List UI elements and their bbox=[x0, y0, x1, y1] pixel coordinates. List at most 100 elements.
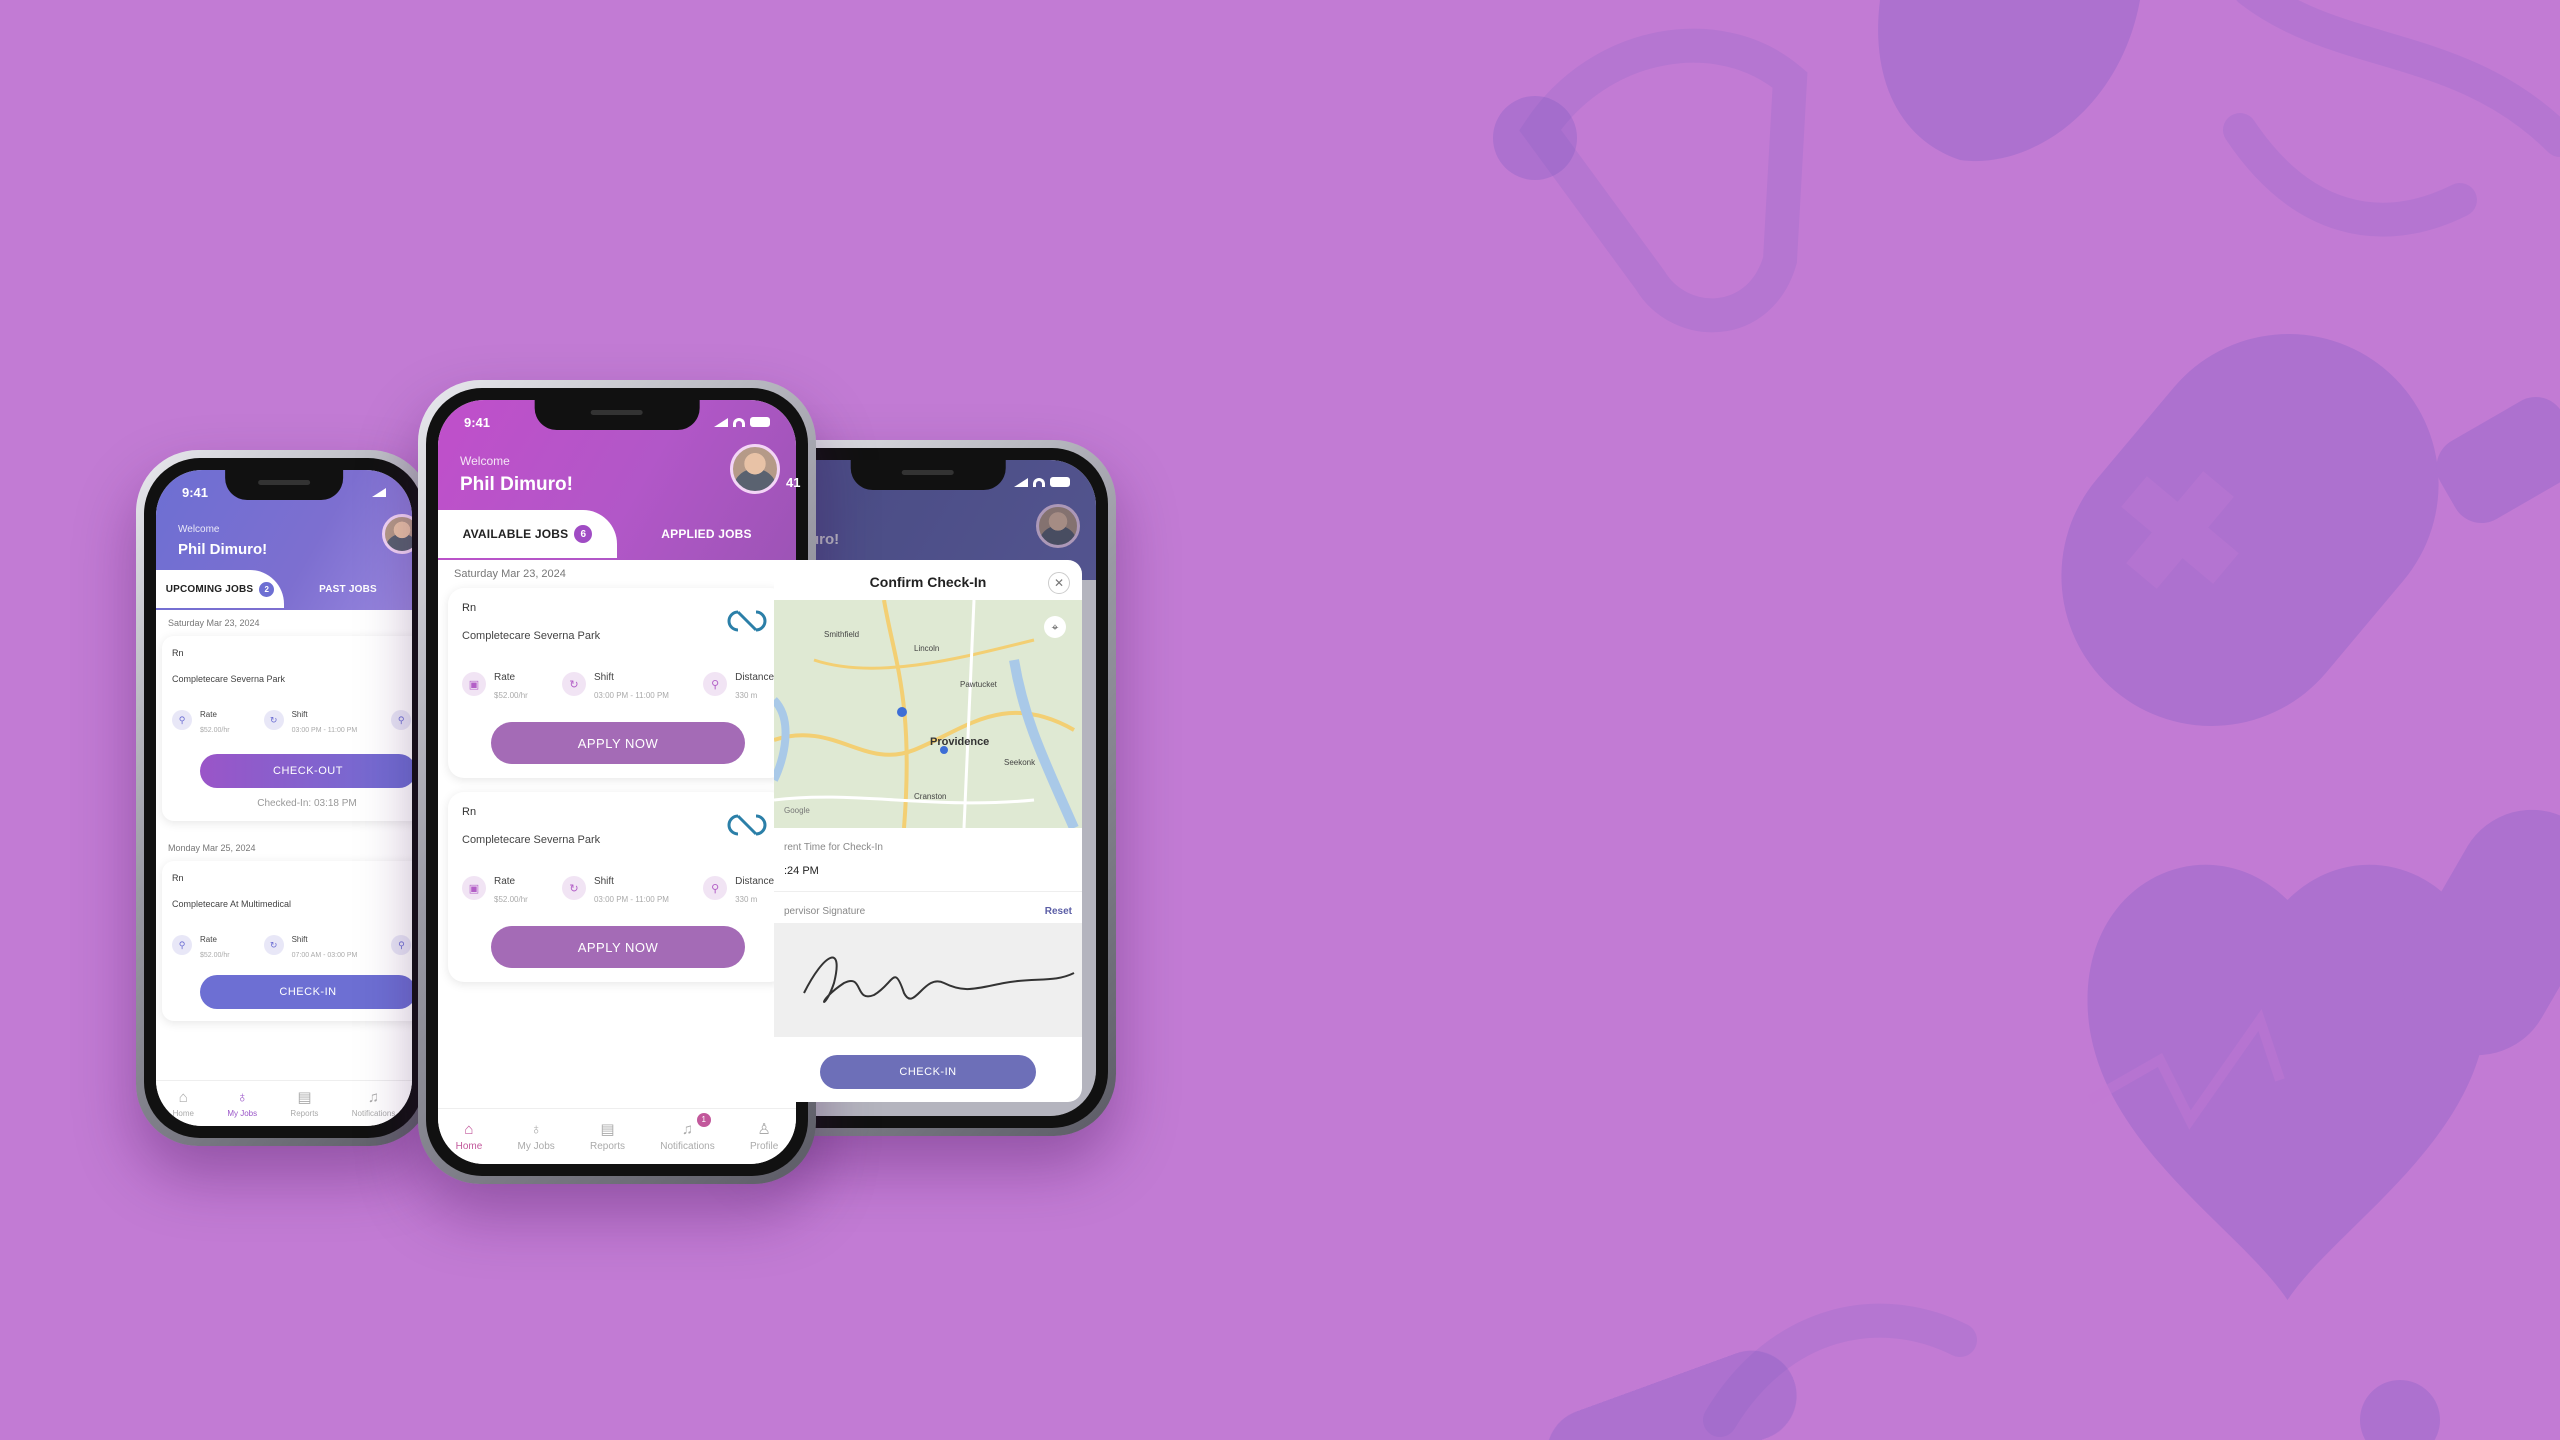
tab-available-jobs[interactable]: AVAILABLE JOBS 6 bbox=[438, 510, 617, 558]
tab-label: APPLIED JOBS bbox=[661, 527, 752, 541]
header: Welcome Phil Dimuro! bbox=[156, 514, 412, 558]
distance-stat: ⚲ Di3 bbox=[391, 935, 412, 959]
header: Welcome Phil Dimuro! bbox=[438, 444, 796, 496]
stethoscope-icon: ♁ bbox=[530, 1120, 542, 1138]
nav-reports[interactable]: ▤ Reports bbox=[290, 1090, 318, 1118]
job-role: Rn bbox=[172, 873, 184, 883]
date-heading: Saturday Mar 23, 2024 bbox=[168, 618, 260, 628]
location-icon: ⚲ bbox=[391, 710, 412, 730]
user-icon: ♙ bbox=[757, 1120, 771, 1138]
check-in-button[interactable]: CHECK-IN bbox=[820, 1055, 1036, 1089]
rate-stat: ▣ Rate $52.00/hr bbox=[462, 876, 528, 904]
tab-label: PAST JOBS bbox=[319, 583, 377, 595]
signature-label: pervisor Signature bbox=[784, 906, 866, 917]
job-tabs: AVAILABLE JOBS 6 APPLIED JOBS bbox=[438, 510, 796, 558]
map-view[interactable]: Smithfield Lincoln Pawtucket Providence … bbox=[774, 600, 1082, 828]
company-logo-icon bbox=[727, 610, 767, 632]
date-heading: Saturday Mar 23, 2024 bbox=[454, 568, 566, 580]
welcome-label: Welcome bbox=[178, 524, 220, 535]
welcome-label: Welcome bbox=[460, 454, 510, 468]
count-badge: 2 bbox=[259, 581, 275, 597]
user-name: Phil Dimuro! bbox=[178, 541, 268, 558]
signature-pad[interactable] bbox=[774, 923, 1082, 1037]
home-icon: ⌂ bbox=[178, 1088, 188, 1106]
nav-profile[interactable]: ♙ Profile bbox=[750, 1122, 778, 1152]
confirm-check-in-modal: Confirm Check-In ✕ Smithfield Lincoln Pa… bbox=[774, 560, 1082, 1102]
bell-icon: ♫ bbox=[681, 1120, 694, 1138]
document-icon: ▤ bbox=[297, 1088, 312, 1106]
company-logo-icon bbox=[727, 814, 767, 836]
left-phone-screen: 9:41 Welcome Phil Dimuro! UPCOMING JOBS … bbox=[156, 470, 412, 1126]
checked-in-time: Checked-In: 03:18 PM bbox=[257, 798, 357, 809]
clock-icon: ↻ bbox=[263, 710, 284, 730]
tab-upcoming-jobs[interactable]: UPCOMING JOBS 2 bbox=[156, 570, 284, 608]
count-badge: 6 bbox=[574, 525, 593, 543]
pin-icon: ⚲ bbox=[172, 935, 192, 955]
shift-stat: ↻ Shift 03:00 PM - 11:00 PM bbox=[561, 672, 669, 700]
left-phone: 9:41 Welcome Phil Dimuro! UPCOMING JOBS … bbox=[136, 450, 432, 1146]
tab-label: AVAILABLE JOBS bbox=[462, 527, 569, 541]
status-time: 9:41 bbox=[182, 484, 209, 500]
bottom-nav: ⌂ Home ♁ My Jobs ▤ Reports 1 ♫ Notifications… bbox=[438, 1108, 796, 1164]
nav-reports[interactable]: ▤ Reports bbox=[590, 1122, 625, 1152]
job-card[interactable]: Rn Completecare Severna Park ▣ Rate $52.0… bbox=[448, 588, 786, 778]
shift-stat: ↻ Shift 03:00 PM - 11:00 PM bbox=[561, 876, 669, 904]
apply-now-button[interactable]: APPLY NOW bbox=[491, 926, 745, 968]
center-phone-screen: 9:41 Welcome Phil Dimuro! AVAILABLE JOBS… bbox=[438, 400, 796, 1164]
money-icon: ▣ bbox=[462, 876, 486, 900]
clock-icon: ↻ bbox=[561, 672, 586, 696]
status-time: 9:41 bbox=[464, 414, 491, 430]
status-time: 41 bbox=[786, 474, 801, 490]
reset-signature-link[interactable]: Reset bbox=[1045, 906, 1072, 917]
check-in-time-value: :24 PM bbox=[774, 853, 1082, 892]
job-role: Rn bbox=[172, 648, 184, 658]
pin-icon: ⚲ bbox=[172, 710, 192, 730]
rate-stat: ⚲ Rate $52.00/hr bbox=[172, 935, 230, 959]
center-phone: 9:41 Welcome Phil Dimuro! AVAILABLE JOBS… bbox=[418, 380, 816, 1184]
home-icon: ⌂ bbox=[464, 1120, 474, 1138]
distance-stat: ⚲ Distance 330 m bbox=[703, 672, 774, 700]
clock-icon: ↻ bbox=[263, 935, 284, 955]
nav-notifications[interactable]: 1 ♫ Notifications bbox=[660, 1112, 715, 1152]
apply-now-button[interactable]: APPLY NOW bbox=[491, 722, 745, 764]
check-in-button[interactable]: CHECK-IN bbox=[200, 975, 412, 1009]
bottom-nav: ⌂ Home ♁ My Jobs ▤ Reports ♫ Notifications bbox=[156, 1080, 412, 1126]
close-icon[interactable]: ✕ bbox=[1048, 572, 1070, 594]
check-in-time-label: rent Time for Check-In bbox=[784, 842, 883, 853]
stethoscope-icon: ♁ bbox=[236, 1088, 248, 1106]
nav-notifications[interactable]: ♫ Notifications bbox=[352, 1090, 396, 1118]
modal-title: Confirm Check-In bbox=[869, 574, 987, 590]
location-icon: ⚲ bbox=[703, 672, 728, 696]
tab-past-jobs[interactable]: PAST JOBS bbox=[284, 570, 412, 608]
nav-my-jobs[interactable]: ♁ My Jobs bbox=[227, 1090, 257, 1118]
notification-badge: 1 bbox=[696, 1112, 711, 1127]
bell-icon: ♫ bbox=[367, 1088, 380, 1106]
tab-label: UPCOMING JOBS bbox=[165, 583, 254, 595]
job-card[interactable]: Rn Completecare Severna Park ⚲ Rate $52.0… bbox=[162, 636, 412, 821]
job-card[interactable]: Rn Completecare At Multimedical ⚲ Rate $5… bbox=[162, 861, 412, 1021]
rate-stat: ▣ Rate $52.00/hr bbox=[462, 672, 528, 700]
job-tabs: UPCOMING JOBS 2 PAST JOBS bbox=[156, 570, 412, 608]
shift-stat: ↻ Shift 03:00 PM - 11:00 PM bbox=[263, 710, 357, 734]
nav-home[interactable]: ⌂ Home bbox=[173, 1090, 194, 1118]
check-out-button[interactable]: CHECK-OUT bbox=[200, 754, 412, 788]
nav-my-jobs[interactable]: ♁ My Jobs bbox=[518, 1122, 555, 1152]
distance-stat: ⚲ Distance 330 m bbox=[703, 876, 774, 904]
user-name: Phil Dimuro! bbox=[460, 474, 573, 495]
clock-icon: ↻ bbox=[561, 876, 586, 900]
date-heading: Monday Mar 25, 2024 bbox=[168, 843, 256, 853]
document-icon: ▤ bbox=[600, 1120, 615, 1138]
job-card[interactable]: Rn Completecare Severna Park ▣ Rate $52.0… bbox=[448, 792, 786, 982]
job-company: Completecare Severna Park bbox=[172, 674, 286, 684]
nav-home[interactable]: ⌂ Home bbox=[456, 1122, 483, 1152]
money-icon: ▣ bbox=[462, 672, 486, 696]
location-icon: ⚲ bbox=[703, 876, 728, 900]
job-company: Completecare At Multimedical bbox=[172, 899, 292, 909]
signature-stroke bbox=[803, 956, 1075, 1003]
rate-stat: ⚲ Rate $52.00/hr bbox=[172, 710, 230, 734]
shift-stat: ↻ Shift 07:00 AM - 03:00 PM bbox=[263, 935, 357, 959]
distance-stat: ⚲ Di3 bbox=[391, 710, 412, 734]
my-location-icon[interactable]: ⌖ bbox=[1044, 616, 1066, 638]
tab-applied-jobs[interactable]: APPLIED JOBS bbox=[617, 510, 796, 558]
location-icon: ⚲ bbox=[391, 935, 412, 955]
